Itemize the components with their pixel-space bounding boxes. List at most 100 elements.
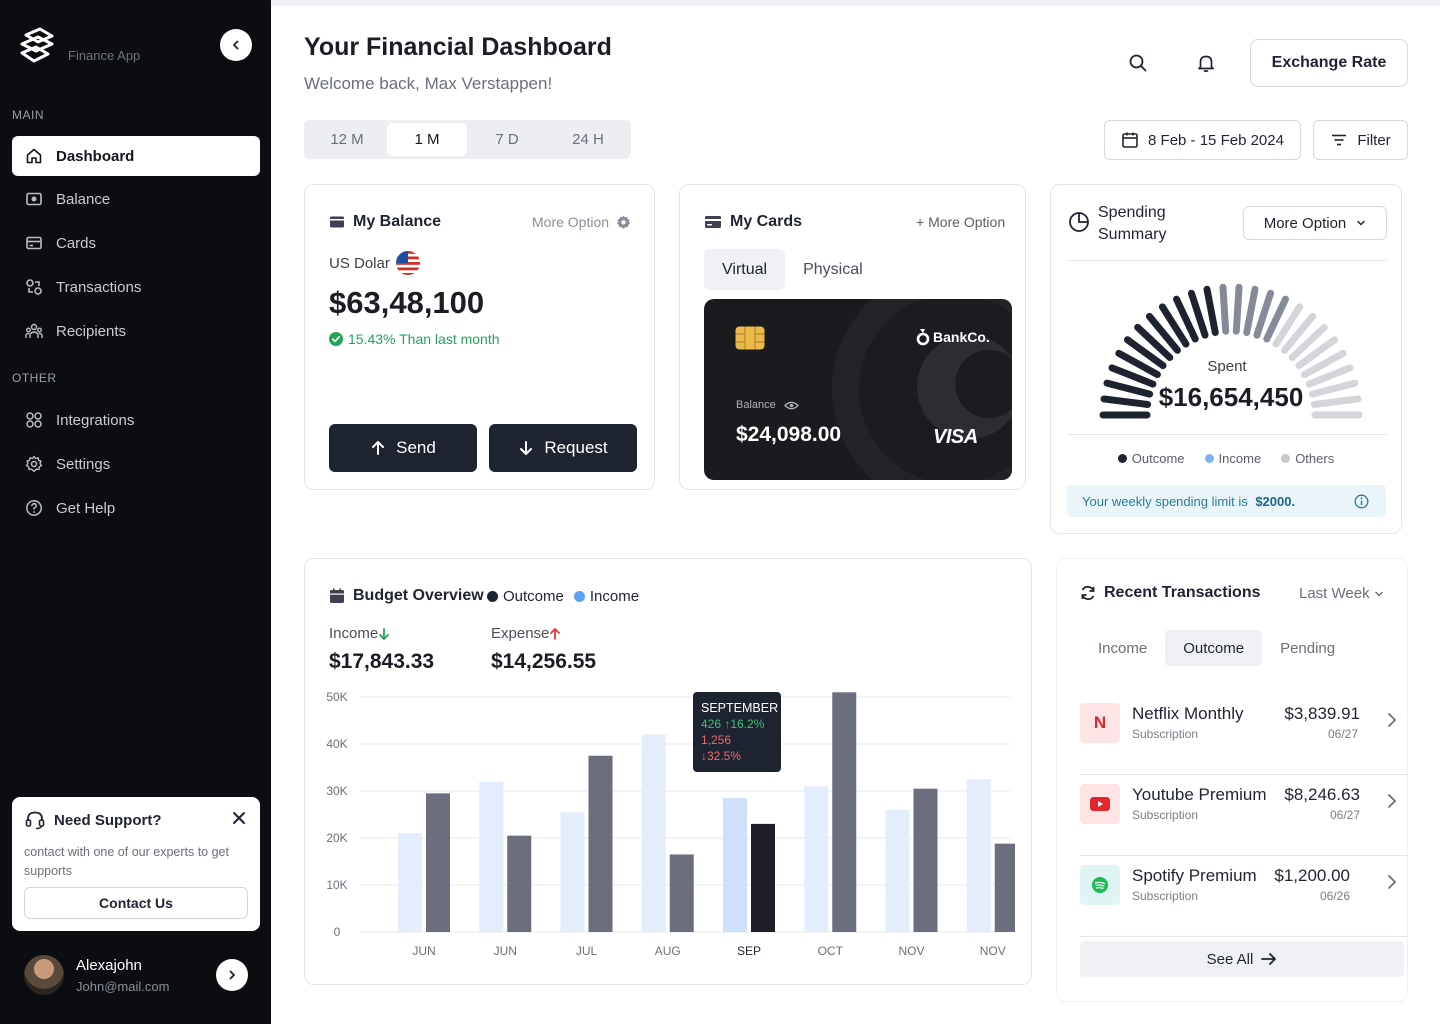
x-tick-label: JUL [576, 944, 598, 958]
transaction-row[interactable]: N Netflix Monthly Subscription $3,839.91… [1080, 695, 1408, 775]
contact-us-button[interactable]: Contact Us [24, 887, 248, 919]
bar-income[interactable] [966, 779, 991, 932]
bar-income[interactable] [885, 809, 910, 932]
legend-dot [1117, 454, 1127, 463]
bank-card[interactable]: BankCo. Balance $24,098.00 VISA [704, 299, 1012, 480]
range-tab-1m[interactable]: 1 M [387, 123, 467, 156]
range-tab-7d[interactable]: 7 D [467, 123, 547, 156]
bar-outcome[interactable] [832, 692, 857, 932]
sidebar-item-settings[interactable]: Settings [12, 444, 260, 484]
headset-icon [25, 811, 45, 830]
y-tick-label: 50K [326, 690, 347, 704]
tab-pending[interactable]: Pending [1262, 630, 1353, 666]
sidebar-item-get-help[interactable]: Get Help [12, 488, 260, 528]
search-button[interactable] [1124, 49, 1152, 77]
bar-outcome[interactable] [994, 843, 1015, 932]
x-tick-label: NOV [980, 944, 1006, 958]
info-icon[interactable] [1354, 494, 1369, 509]
bar-outcome[interactable] [751, 823, 775, 932]
youtube-icon [1080, 784, 1120, 824]
sidebar-item-dashboard[interactable]: Dashboard [12, 136, 260, 176]
range-tab-24h[interactable]: 24 H [548, 123, 628, 156]
tooltip-outcome-pct-row: ↓32.5% [701, 749, 742, 763]
see-all-button[interactable]: See All [1080, 941, 1404, 977]
bar-income[interactable] [804, 786, 829, 932]
transactions-icon [24, 277, 44, 297]
transactions-period-select[interactable]: Last Week [1299, 585, 1384, 602]
chevron-right-icon [1388, 794, 1397, 808]
y-tick-label: 20K [326, 831, 347, 845]
gauge-segment [1232, 283, 1243, 335]
spent-label: Spent [1207, 358, 1247, 375]
sidebar-item-label: Recipients [56, 322, 127, 340]
send-label: Send [396, 438, 436, 457]
request-button[interactable]: Request [489, 424, 637, 472]
balance-more-option[interactable]: More Option [532, 214, 631, 230]
user-profile[interactable]: Alexajohn John@mail.com [24, 955, 260, 995]
gauge-segment [1203, 285, 1219, 336]
check-circle-icon [329, 332, 343, 346]
y-tick-label: 30K [326, 784, 347, 798]
expense-value: $14,256.55 [491, 650, 597, 673]
bar-income[interactable] [560, 812, 585, 932]
bar-income[interactable] [723, 798, 747, 932]
gauge-segment [1243, 285, 1259, 336]
sidebar-item-recipients[interactable]: Recipients [12, 311, 260, 351]
bar-income[interactable] [479, 781, 504, 932]
bar-income[interactable] [641, 734, 666, 932]
bar-outcome[interactable] [913, 788, 938, 932]
close-icon[interactable] [232, 811, 246, 825]
sidebar-item-integrations[interactable]: Integrations [12, 400, 260, 440]
legend-income: Income [1204, 451, 1261, 466]
bar-outcome[interactable] [426, 793, 450, 932]
sidebar: Finance App MAIN Dashboard Balance Cards… [0, 0, 271, 1024]
collapse-sidebar-button[interactable] [220, 29, 252, 61]
bar-income[interactable] [398, 833, 422, 932]
tab-virtual[interactable]: Virtual [704, 249, 786, 290]
search-icon [1129, 54, 1147, 72]
bar-outcome[interactable] [669, 854, 694, 932]
range-tab-12m[interactable]: 12 M [307, 123, 387, 156]
gauge-segment [1219, 283, 1230, 335]
legend-dot [573, 591, 585, 602]
eye-icon[interactable] [783, 400, 799, 411]
arrow-down-green-icon [379, 627, 390, 640]
sidebar-item-cards[interactable]: Cards [12, 223, 260, 263]
transaction-row[interactable]: Youtube Premium Subscription $8,246.63 0… [1080, 776, 1408, 856]
send-button[interactable]: Send [329, 424, 477, 472]
spending-limit-notice: Your weekly spending limit is $2000. [1067, 485, 1386, 517]
chevron-right-icon [1388, 875, 1397, 889]
page-subtitle: Welcome back, Max Verstappen! [304, 74, 553, 93]
visa-logo: VISA [933, 426, 978, 448]
arrow-right-icon [1261, 953, 1277, 965]
tab-outcome[interactable]: Outcome [1165, 630, 1263, 666]
bar-outcome[interactable] [507, 835, 532, 932]
cards-card: My Cards + More Option Virtual Physical … [679, 184, 1026, 490]
netflix-icon: N [1080, 703, 1120, 743]
transactions-title: Recent Transactions [1104, 584, 1261, 601]
chevron-right-icon [229, 970, 236, 980]
chevron-down-icon [1357, 220, 1366, 226]
profile-menu-button[interactable] [216, 959, 248, 991]
spending-title-line2: Summary [1098, 226, 1167, 243]
support-card: Need Support? contact with one of our ex… [12, 797, 260, 931]
x-tick-label: OCT [818, 944, 844, 958]
exchange-rate-button[interactable]: Exchange Rate [1250, 39, 1408, 87]
bar-outcome[interactable] [588, 755, 613, 932]
transaction-row[interactable]: Spotify Premium Subscription $1,200.00 0… [1080, 857, 1408, 937]
legend-outcome: Outcome [503, 588, 564, 605]
spending-title: Spending Summary [1098, 202, 1166, 246]
sidebar-item-label: Balance [56, 190, 111, 208]
filter-button[interactable]: Filter [1313, 120, 1408, 160]
sidebar-item-balance[interactable]: Balance [12, 179, 260, 219]
tab-income[interactable]: Income [1080, 630, 1165, 666]
sidebar-item-transactions[interactable]: Transactions [12, 267, 260, 307]
tab-physical[interactable]: Physical [785, 249, 881, 290]
notifications-button[interactable] [1192, 49, 1220, 77]
cards-more-option[interactable]: + More Option [916, 214, 1005, 230]
spending-title-line1: Spending [1098, 204, 1166, 221]
expense-label: Expense [491, 625, 550, 642]
spending-more-option[interactable]: More Option [1243, 206, 1387, 240]
divider [1067, 260, 1387, 261]
date-range-picker[interactable]: 8 Feb - 15 Feb 2024 [1104, 120, 1301, 160]
